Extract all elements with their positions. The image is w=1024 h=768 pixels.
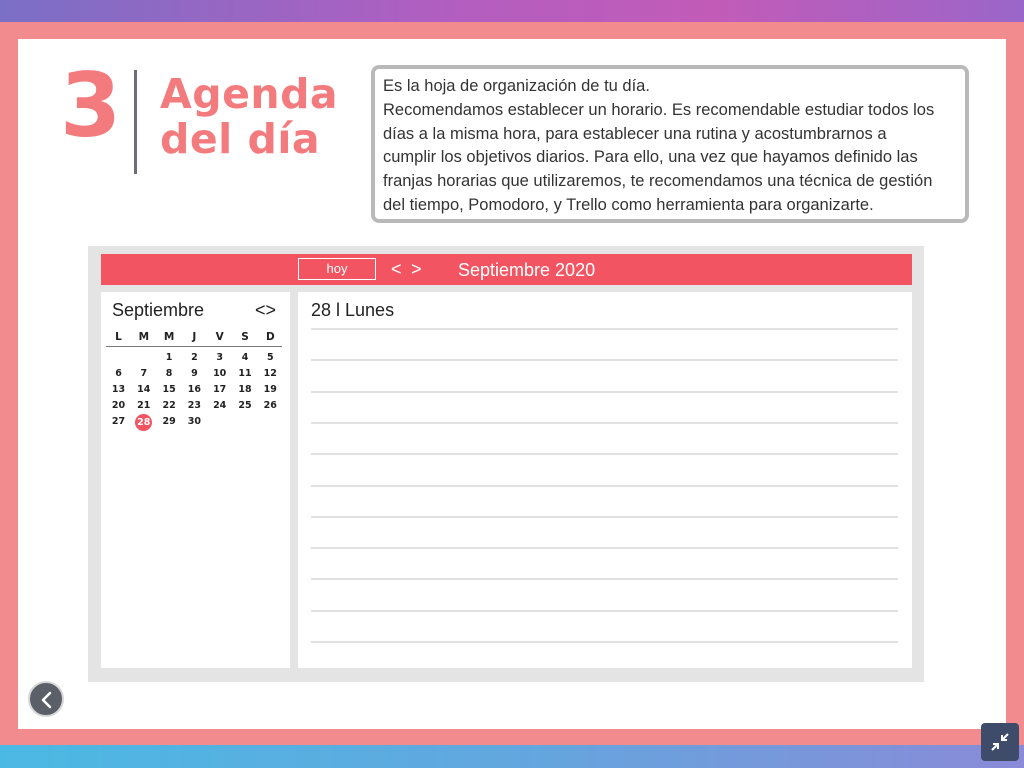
calendar-day[interactable]: 18: [233, 382, 258, 398]
section-number: 3: [60, 54, 122, 157]
time-slot-line[interactable]: [311, 359, 898, 362]
calendar-day[interactable]: 8: [157, 366, 182, 382]
weekday-label: M: [138, 331, 150, 343]
calendar-day[interactable]: 22: [157, 398, 182, 414]
time-slot-line[interactable]: [311, 421, 898, 424]
weekday-label: M: [163, 331, 175, 343]
calendar-day[interactable]: 1: [157, 350, 182, 366]
description-line: cumplir los objetivos diarios. Para ello…: [383, 148, 918, 167]
description-box: Es la hoja de organización de tu día. Re…: [371, 65, 969, 223]
calendar-header: hoy < > Septiembre 2020: [101, 254, 912, 285]
calendar-day[interactable]: 30: [182, 414, 207, 430]
title-divider: [134, 70, 137, 174]
calendar-day[interactable]: 16: [182, 382, 207, 398]
day-schedule-panel: 28 l Lunes: [298, 292, 912, 668]
mini-calendar-days: 1 2 3 4 5 6 7 8 9 10 11 12 13 14 15 16 17 18 19 20 21 22 23 24 2…: [106, 350, 282, 440]
time-slot-line[interactable]: [311, 609, 898, 612]
title-line-1: Agenda: [160, 70, 339, 118]
weekday-label: S: [241, 331, 249, 343]
title-line-2: del día: [160, 115, 321, 163]
description-line: Recomendamos establecer un horario. Es r…: [383, 100, 935, 119]
chevron-left-icon: [41, 691, 52, 709]
calendar-day[interactable]: 15: [157, 382, 182, 398]
prev-month-button[interactable]: <: [391, 257, 402, 281]
time-slot-line[interactable]: [311, 453, 898, 456]
calendar-day[interactable]: 25: [233, 398, 258, 414]
calendar-day[interactable]: 7: [131, 366, 156, 382]
calendar-day[interactable]: 27: [106, 414, 131, 430]
mini-calendar-month: Septiembre: [112, 300, 205, 320]
weekday-label: L: [115, 331, 122, 343]
weekday-label: J: [192, 331, 197, 343]
description-line: del tiempo, Pomodoro, y Trello como herr…: [383, 195, 874, 214]
collapse-arrows-icon: [991, 733, 1009, 751]
today-button[interactable]: hoy: [298, 258, 376, 280]
next-month-button[interactable]: >: [411, 257, 422, 281]
calendar-day[interactable]: 6: [106, 366, 131, 382]
weekday-header: LMMJVSD: [106, 328, 282, 347]
calendar-day[interactable]: 12: [258, 366, 283, 382]
calendar-day[interactable]: 5: [258, 350, 283, 366]
back-button[interactable]: [28, 681, 64, 717]
time-slot-line[interactable]: [311, 547, 898, 550]
calendar-day[interactable]: 2: [182, 350, 207, 366]
weekday-label: D: [265, 331, 275, 343]
calendar-widget: hoy < > Septiembre 2020 Septiembre <> LM…: [88, 246, 924, 682]
calendar-day[interactable]: 14: [131, 382, 156, 398]
calendar-day[interactable]: 24: [207, 398, 232, 414]
calendar-day[interactable]: 9: [182, 366, 207, 382]
calendar-day[interactable]: 17: [207, 382, 232, 398]
time-slot-line[interactable]: [311, 484, 898, 487]
description-line: franjas horarias que utilizaremos, te re…: [383, 172, 933, 191]
calendar-month-title: Septiembre 2020: [458, 260, 596, 280]
calendar-day[interactable]: 10: [207, 366, 232, 382]
time-slot-line[interactable]: [311, 515, 898, 518]
weekday-label: V: [215, 331, 224, 343]
calendar-day[interactable]: 11: [233, 366, 258, 382]
calendar-day[interactable]: 23: [182, 398, 207, 414]
calendar-day[interactable]: 13: [106, 382, 131, 398]
day-title: 28 l Lunes: [311, 300, 395, 320]
time-slot-line[interactable]: [311, 328, 898, 330]
calendar-day[interactable]: 29: [157, 414, 182, 430]
mini-calendar: Septiembre <> LMMJVSD 1 2 3 4 5 6 7 8 9 10 11 12 13 1…: [101, 292, 290, 668]
section-title: Agenda del día: [160, 72, 338, 162]
description-line: días a la misma hora, para establecer un…: [383, 124, 887, 143]
description-line: Es la hoja de organización de tu día.: [383, 77, 650, 95]
time-slot-line[interactable]: [311, 578, 898, 581]
calendar-day[interactable]: 20: [106, 398, 131, 414]
calendar-day[interactable]: 4: [233, 350, 258, 366]
time-slot-line[interactable]: [311, 641, 898, 643]
mini-calendar-nav[interactable]: <>: [255, 300, 276, 321]
selected-day[interactable]: 28: [131, 414, 156, 431]
time-slot-line[interactable]: [311, 390, 898, 393]
calendar-day[interactable]: 21: [131, 398, 156, 414]
calendar-day[interactable]: 26: [258, 398, 283, 414]
bottom-background-band: [0, 745, 1024, 768]
calendar-day[interactable]: 3: [207, 350, 232, 366]
calendar-day[interactable]: 19: [258, 382, 283, 398]
collapse-button[interactable]: [981, 723, 1019, 761]
